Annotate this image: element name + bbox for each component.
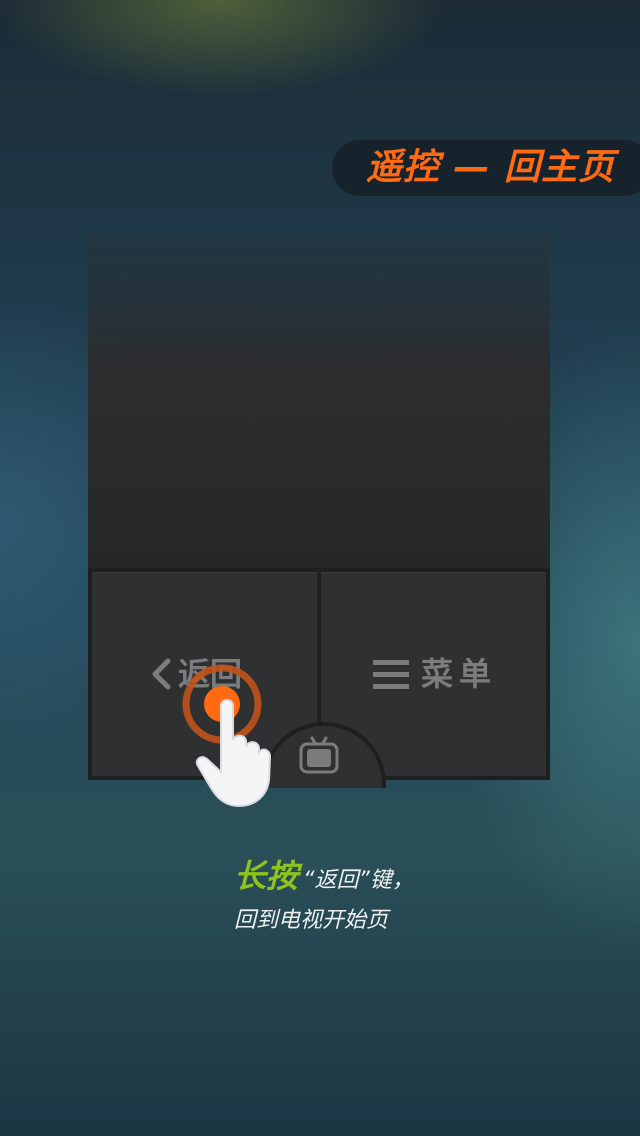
banner-title: 遥控 — 回主页 bbox=[366, 147, 616, 188]
caption-line-1: 长按 “返回”键， bbox=[234, 852, 414, 906]
tv-icon bbox=[299, 736, 339, 774]
remote-panel: 返回 菜单 bbox=[88, 232, 550, 808]
chevron-left-icon bbox=[152, 658, 171, 690]
touchpad-area[interactable] bbox=[88, 232, 550, 568]
instruction-caption: 长按 “返回”键， 回到电视开始页 bbox=[234, 852, 414, 936]
hamburger-icon bbox=[373, 660, 409, 689]
hand-pointer-icon bbox=[195, 699, 271, 808]
menu-button-label: 菜单 bbox=[421, 655, 498, 693]
caption-emphasis: 长按 bbox=[234, 857, 299, 895]
title-banner: 遥控 — 回主页 bbox=[332, 140, 640, 196]
caption-line-2: 回到电视开始页 bbox=[234, 908, 389, 933]
caption-key-text: “返回”键， bbox=[303, 868, 414, 893]
